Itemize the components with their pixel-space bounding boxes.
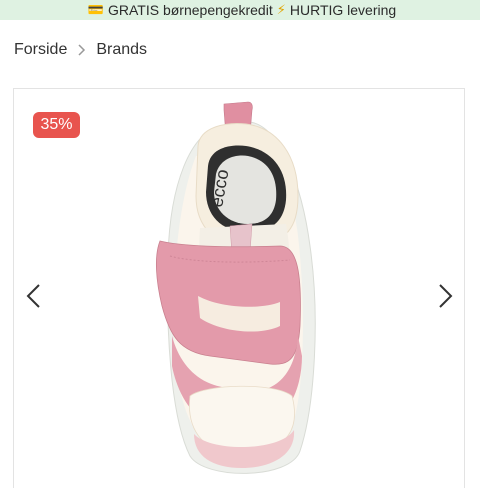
product-image[interactable]: ecco xyxy=(150,96,330,480)
breadcrumb-link-home[interactable]: Forside xyxy=(14,41,67,59)
chevron-right-icon xyxy=(78,44,86,56)
breadcrumb: Forside Brands xyxy=(14,39,147,61)
chevron-right-icon[interactable] xyxy=(436,282,454,310)
chevron-left-icon[interactable] xyxy=(25,282,43,310)
discount-badge: 35% xyxy=(33,112,80,138)
promo-text-credit: GRATIS børnepengekredit xyxy=(108,2,273,18)
credit-card-icon: 💳 xyxy=(87,2,104,18)
breadcrumb-link-brands[interactable]: Brands xyxy=(96,41,147,59)
promo-text-delivery: HURTIG levering xyxy=(289,2,397,18)
lightning-icon: ⚡ xyxy=(276,2,286,18)
promo-banner: 💳 GRATIS børnepengekredit ⚡ HURTIG lever… xyxy=(0,0,480,20)
